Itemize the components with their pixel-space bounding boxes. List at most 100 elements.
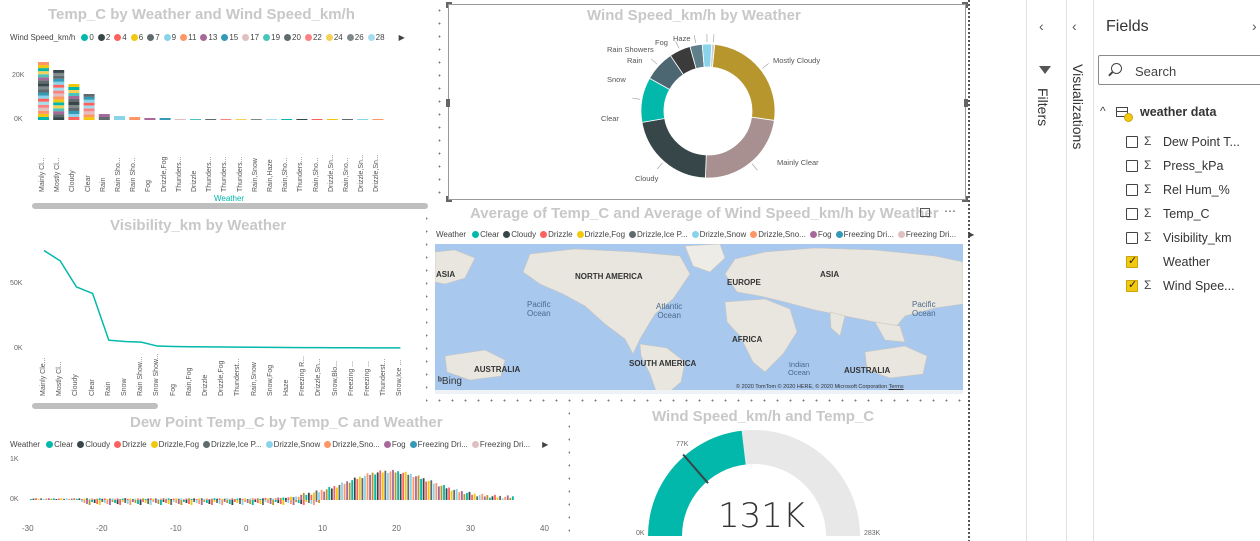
column[interactable] bbox=[70, 498, 73, 500]
column[interactable] bbox=[438, 486, 440, 500]
column[interactable] bbox=[471, 494, 473, 500]
column-negative[interactable] bbox=[234, 500, 236, 502]
column-negative[interactable] bbox=[137, 500, 139, 504]
column-segment[interactable] bbox=[53, 78, 65, 82]
column-negative[interactable] bbox=[239, 500, 241, 504]
column[interactable] bbox=[295, 496, 297, 500]
column[interactable] bbox=[325, 489, 328, 500]
column-negative[interactable] bbox=[88, 500, 91, 505]
column[interactable] bbox=[338, 484, 341, 500]
field-item[interactable]: Σ Wind Spee... bbox=[1094, 275, 1260, 297]
column[interactable] bbox=[394, 472, 397, 500]
column-negative[interactable] bbox=[142, 500, 144, 502]
column[interactable] bbox=[218, 498, 221, 500]
column-negative[interactable] bbox=[198, 500, 201, 504]
column[interactable] bbox=[32, 498, 35, 500]
column[interactable] bbox=[116, 498, 119, 500]
legend-item[interactable]: Freezing Dri... bbox=[835, 230, 894, 239]
column-segment[interactable] bbox=[83, 94, 95, 97]
column[interactable] bbox=[50, 498, 53, 500]
column[interactable] bbox=[241, 498, 244, 500]
column[interactable] bbox=[496, 497, 499, 500]
column-segment[interactable] bbox=[68, 105, 80, 108]
column[interactable] bbox=[213, 498, 216, 500]
column[interactable] bbox=[269, 498, 272, 500]
column-segment[interactable] bbox=[53, 84, 65, 88]
column-segment[interactable] bbox=[53, 117, 65, 120]
column-segment[interactable] bbox=[114, 116, 125, 120]
legend-item[interactable]: 17 bbox=[242, 33, 259, 42]
column[interactable] bbox=[216, 498, 218, 500]
column-negative[interactable] bbox=[114, 500, 116, 503]
column-negative[interactable] bbox=[290, 500, 292, 504]
column-segment[interactable] bbox=[68, 111, 80, 114]
column[interactable] bbox=[91, 498, 93, 500]
column-negative[interactable] bbox=[93, 500, 96, 503]
column[interactable] bbox=[106, 499, 109, 500]
donut-slice[interactable] bbox=[641, 118, 707, 179]
legend-item[interactable]: Fog bbox=[809, 230, 832, 239]
column-negative[interactable] bbox=[81, 500, 83, 502]
column[interactable] bbox=[285, 497, 287, 500]
field-checkbox[interactable] bbox=[1126, 160, 1138, 172]
column-segment[interactable] bbox=[220, 119, 232, 120]
column[interactable] bbox=[37, 498, 40, 500]
column[interactable] bbox=[93, 499, 96, 500]
column[interactable] bbox=[415, 476, 417, 500]
legend-item[interactable]: 0 bbox=[81, 33, 94, 42]
column-negative[interactable] bbox=[267, 500, 269, 503]
column-negative[interactable] bbox=[132, 500, 134, 502]
column-negative[interactable] bbox=[160, 500, 162, 505]
column[interactable] bbox=[358, 476, 361, 500]
legend-item[interactable]: 6 bbox=[130, 33, 143, 42]
column[interactable] bbox=[78, 498, 81, 500]
column[interactable] bbox=[259, 498, 262, 500]
column-segment[interactable] bbox=[38, 89, 49, 93]
column-segment[interactable] bbox=[38, 116, 49, 120]
legend-item[interactable]: Drizzle,Snow bbox=[691, 230, 746, 239]
column-negative[interactable] bbox=[251, 500, 254, 505]
column-negative[interactable] bbox=[262, 500, 264, 505]
column-segment[interactable] bbox=[38, 68, 49, 72]
column[interactable] bbox=[402, 472, 405, 500]
column[interactable] bbox=[170, 499, 173, 500]
column[interactable] bbox=[114, 498, 116, 500]
column[interactable] bbox=[277, 497, 280, 500]
column-segment[interactable] bbox=[68, 99, 80, 102]
legend-item[interactable]: Cloudy bbox=[503, 230, 536, 239]
column[interactable] bbox=[453, 489, 456, 500]
column-negative[interactable] bbox=[277, 500, 280, 503]
column-segment[interactable] bbox=[38, 98, 49, 102]
column[interactable] bbox=[307, 492, 310, 500]
column[interactable] bbox=[236, 498, 239, 500]
column-negative[interactable] bbox=[183, 500, 185, 502]
column[interactable] bbox=[262, 498, 264, 500]
column[interactable] bbox=[379, 470, 382, 500]
column[interactable] bbox=[251, 498, 254, 500]
column[interactable] bbox=[481, 493, 484, 500]
column[interactable] bbox=[511, 496, 514, 500]
column[interactable] bbox=[75, 498, 78, 500]
column-negative[interactable] bbox=[91, 500, 93, 502]
column-negative[interactable] bbox=[208, 500, 211, 504]
column[interactable] bbox=[147, 498, 150, 500]
column-segment[interactable] bbox=[83, 96, 95, 100]
column[interactable] bbox=[144, 499, 147, 500]
column[interactable] bbox=[256, 498, 259, 500]
column[interactable] bbox=[297, 496, 300, 500]
column[interactable] bbox=[200, 498, 203, 500]
column[interactable] bbox=[313, 492, 315, 500]
column[interactable] bbox=[185, 498, 188, 500]
column[interactable] bbox=[226, 498, 229, 500]
column[interactable] bbox=[409, 473, 412, 500]
column[interactable] bbox=[440, 485, 443, 500]
legend-item[interactable]: 9 bbox=[163, 33, 176, 42]
column[interactable] bbox=[272, 498, 275, 500]
column[interactable] bbox=[494, 494, 496, 500]
column-segment[interactable] bbox=[38, 77, 49, 81]
column-negative[interactable] bbox=[149, 500, 152, 505]
column[interactable] bbox=[501, 498, 504, 500]
column[interactable] bbox=[422, 478, 425, 500]
column[interactable] bbox=[420, 478, 422, 500]
column[interactable] bbox=[152, 498, 155, 500]
